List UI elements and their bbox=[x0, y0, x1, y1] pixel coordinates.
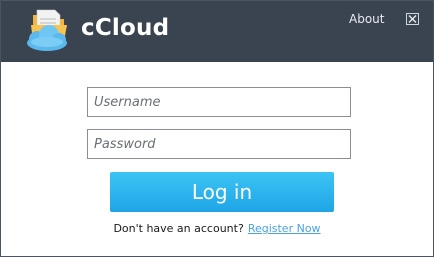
register-now-link[interactable]: Register Now bbox=[248, 222, 321, 235]
cloud-folder-icon bbox=[27, 9, 67, 51]
username-input[interactable] bbox=[87, 87, 351, 117]
password-input[interactable] bbox=[87, 129, 351, 159]
login-window: cCloud About Log in Don't have an accoun… bbox=[0, 0, 434, 257]
title-bar: cCloud About bbox=[1, 1, 433, 62]
login-button[interactable]: Log in bbox=[110, 172, 334, 212]
about-link[interactable]: About bbox=[349, 12, 384, 26]
app-title: cCloud bbox=[81, 15, 170, 41]
register-row: Don't have an account? Register Now bbox=[1, 222, 433, 235]
close-icon[interactable] bbox=[406, 13, 419, 25]
register-prompt: Don't have an account? bbox=[113, 222, 244, 235]
